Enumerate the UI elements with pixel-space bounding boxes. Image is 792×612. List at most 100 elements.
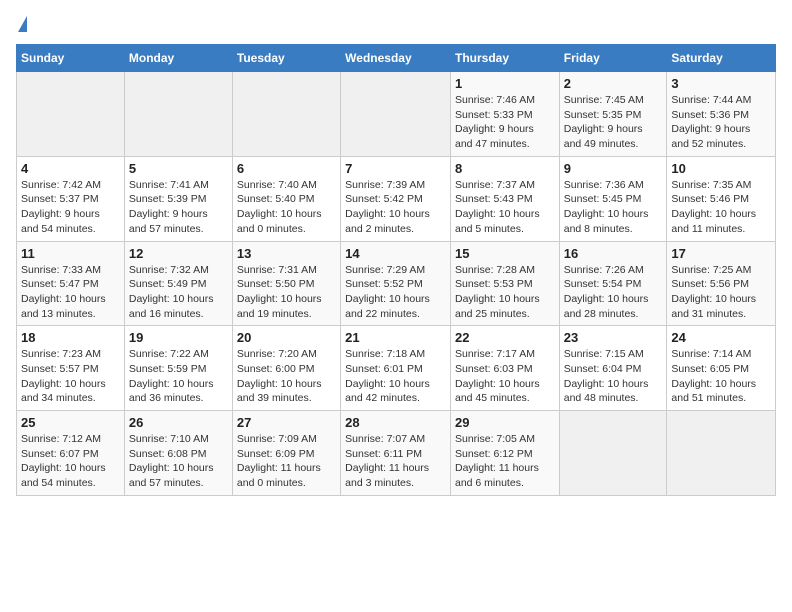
calendar-cell: 28 Sunrise: 7:07 AM Sunset: 6:11 PM Dayli… [341,411,451,496]
day-number: 6 [237,161,336,176]
day-info: Sunrise: 7:07 AM Sunset: 6:11 PM Dayligh… [345,432,446,491]
day-number: 12 [129,246,228,261]
day-info: Sunrise: 7:33 AM Sunset: 5:47 PM Dayligh… [21,263,120,322]
calendar-header-row: SundayMondayTuesdayWednesdayThursdayFrid… [17,45,776,72]
column-header-monday: Monday [124,45,232,72]
day-info: Sunrise: 7:44 AM Sunset: 5:36 PM Dayligh… [671,93,771,152]
day-number: 23 [564,330,663,345]
calendar-cell: 29 Sunrise: 7:05 AM Sunset: 6:12 PM Dayli… [450,411,559,496]
day-number: 21 [345,330,446,345]
day-info: Sunrise: 7:39 AM Sunset: 5:42 PM Dayligh… [345,178,446,237]
day-number: 25 [21,415,120,430]
calendar-cell: 2 Sunrise: 7:45 AM Sunset: 5:35 PM Daylig… [559,72,667,157]
day-info: Sunrise: 7:14 AM Sunset: 6:05 PM Dayligh… [671,347,771,406]
day-info: Sunrise: 7:31 AM Sunset: 5:50 PM Dayligh… [237,263,336,322]
calendar-cell [559,411,667,496]
day-info: Sunrise: 7:29 AM Sunset: 5:52 PM Dayligh… [345,263,446,322]
calendar-cell: 6 Sunrise: 7:40 AM Sunset: 5:40 PM Daylig… [232,156,340,241]
logo [16,16,27,32]
day-number: 14 [345,246,446,261]
calendar-cell [17,72,125,157]
day-number: 5 [129,161,228,176]
calendar-cell: 12 Sunrise: 7:32 AM Sunset: 5:49 PM Dayli… [124,241,232,326]
calendar-cell: 20 Sunrise: 7:20 AM Sunset: 6:00 PM Dayli… [232,326,340,411]
day-info: Sunrise: 7:45 AM Sunset: 5:35 PM Dayligh… [564,93,663,152]
calendar-cell: 13 Sunrise: 7:31 AM Sunset: 5:50 PM Dayli… [232,241,340,326]
column-header-saturday: Saturday [667,45,776,72]
day-info: Sunrise: 7:09 AM Sunset: 6:09 PM Dayligh… [237,432,336,491]
column-header-friday: Friday [559,45,667,72]
calendar-cell: 3 Sunrise: 7:44 AM Sunset: 5:36 PM Daylig… [667,72,776,157]
day-info: Sunrise: 7:36 AM Sunset: 5:45 PM Dayligh… [564,178,663,237]
day-number: 27 [237,415,336,430]
day-info: Sunrise: 7:37 AM Sunset: 5:43 PM Dayligh… [455,178,555,237]
day-number: 10 [671,161,771,176]
day-number: 9 [564,161,663,176]
calendar-cell [341,72,451,157]
day-number: 1 [455,76,555,91]
day-number: 29 [455,415,555,430]
day-number: 7 [345,161,446,176]
day-number: 16 [564,246,663,261]
day-number: 26 [129,415,228,430]
calendar-cell: 18 Sunrise: 7:23 AM Sunset: 5:57 PM Dayli… [17,326,125,411]
calendar-cell: 4Sunrise: 7:42 AM Sunset: 5:37 PM Daylig… [17,156,125,241]
calendar-cell: 25 Sunrise: 7:12 AM Sunset: 6:07 PM Dayli… [17,411,125,496]
day-info: Sunrise: 7:17 AM Sunset: 6:03 PM Dayligh… [455,347,555,406]
calendar-cell: 26 Sunrise: 7:10 AM Sunset: 6:08 PM Dayli… [124,411,232,496]
calendar-cell: 22Sunrise: 7:17 AM Sunset: 6:03 PM Dayli… [450,326,559,411]
calendar-table: SundayMondayTuesdayWednesdayThursdayFrid… [16,44,776,496]
calendar-cell: 11 Sunrise: 7:33 AM Sunset: 5:47 PM Dayli… [17,241,125,326]
calendar-cell [667,411,776,496]
column-header-tuesday: Tuesday [232,45,340,72]
calendar-cell: 16 Sunrise: 7:26 AM Sunset: 5:54 PM Dayli… [559,241,667,326]
day-number: 4 [21,161,120,176]
calendar-week-row: 11 Sunrise: 7:33 AM Sunset: 5:47 PM Dayli… [17,241,776,326]
day-number: 11 [21,246,120,261]
day-number: 28 [345,415,446,430]
calendar-cell: 10Sunrise: 7:35 AM Sunset: 5:46 PM Dayli… [667,156,776,241]
calendar-cell: 15Sunrise: 7:28 AM Sunset: 5:53 PM Dayli… [450,241,559,326]
day-info: Sunrise: 7:23 AM Sunset: 5:57 PM Dayligh… [21,347,120,406]
day-number: 8 [455,161,555,176]
calendar-body: 1Sunrise: 7:46 AM Sunset: 5:33 PM Daylig… [17,72,776,496]
day-info: Sunrise: 7:28 AM Sunset: 5:53 PM Dayligh… [455,263,555,322]
day-number: 3 [671,76,771,91]
day-number: 24 [671,330,771,345]
calendar-cell: 19Sunrise: 7:22 AM Sunset: 5:59 PM Dayli… [124,326,232,411]
calendar-cell: 14 Sunrise: 7:29 AM Sunset: 5:52 PM Dayli… [341,241,451,326]
day-number: 17 [671,246,771,261]
column-header-thursday: Thursday [450,45,559,72]
calendar-week-row: 18 Sunrise: 7:23 AM Sunset: 5:57 PM Dayli… [17,326,776,411]
day-number: 13 [237,246,336,261]
calendar-cell: 23 Sunrise: 7:15 AM Sunset: 6:04 PM Dayli… [559,326,667,411]
header [16,16,776,32]
calendar-cell: 5Sunrise: 7:41 AM Sunset: 5:39 PM Daylig… [124,156,232,241]
day-info: Sunrise: 7:32 AM Sunset: 5:49 PM Dayligh… [129,263,228,322]
calendar-week-row: 4Sunrise: 7:42 AM Sunset: 5:37 PM Daylig… [17,156,776,241]
day-info: Sunrise: 7:25 AM Sunset: 5:56 PM Dayligh… [671,263,771,322]
day-info: Sunrise: 7:20 AM Sunset: 6:00 PM Dayligh… [237,347,336,406]
calendar-week-row: 25 Sunrise: 7:12 AM Sunset: 6:07 PM Dayli… [17,411,776,496]
day-number: 2 [564,76,663,91]
calendar-cell: 1Sunrise: 7:46 AM Sunset: 5:33 PM Daylig… [450,72,559,157]
day-number: 20 [237,330,336,345]
logo-triangle-icon [18,16,27,32]
day-info: Sunrise: 7:26 AM Sunset: 5:54 PM Dayligh… [564,263,663,322]
day-number: 18 [21,330,120,345]
day-info: Sunrise: 7:18 AM Sunset: 6:01 PM Dayligh… [345,347,446,406]
calendar-cell: 21 Sunrise: 7:18 AM Sunset: 6:01 PM Dayli… [341,326,451,411]
day-info: Sunrise: 7:12 AM Sunset: 6:07 PM Dayligh… [21,432,120,491]
day-info: Sunrise: 7:40 AM Sunset: 5:40 PM Dayligh… [237,178,336,237]
day-info: Sunrise: 7:10 AM Sunset: 6:08 PM Dayligh… [129,432,228,491]
day-info: Sunrise: 7:15 AM Sunset: 6:04 PM Dayligh… [564,347,663,406]
column-header-sunday: Sunday [17,45,125,72]
calendar-cell: 27 Sunrise: 7:09 AM Sunset: 6:09 PM Dayli… [232,411,340,496]
calendar-cell: 9 Sunrise: 7:36 AM Sunset: 5:45 PM Daylig… [559,156,667,241]
day-info: Sunrise: 7:05 AM Sunset: 6:12 PM Dayligh… [455,432,555,491]
calendar-cell: 24 Sunrise: 7:14 AM Sunset: 6:05 PM Dayli… [667,326,776,411]
calendar-cell: 7 Sunrise: 7:39 AM Sunset: 5:42 PM Daylig… [341,156,451,241]
calendar-cell: 8 Sunrise: 7:37 AM Sunset: 5:43 PM Daylig… [450,156,559,241]
day-number: 19 [129,330,228,345]
calendar-week-row: 1Sunrise: 7:46 AM Sunset: 5:33 PM Daylig… [17,72,776,157]
